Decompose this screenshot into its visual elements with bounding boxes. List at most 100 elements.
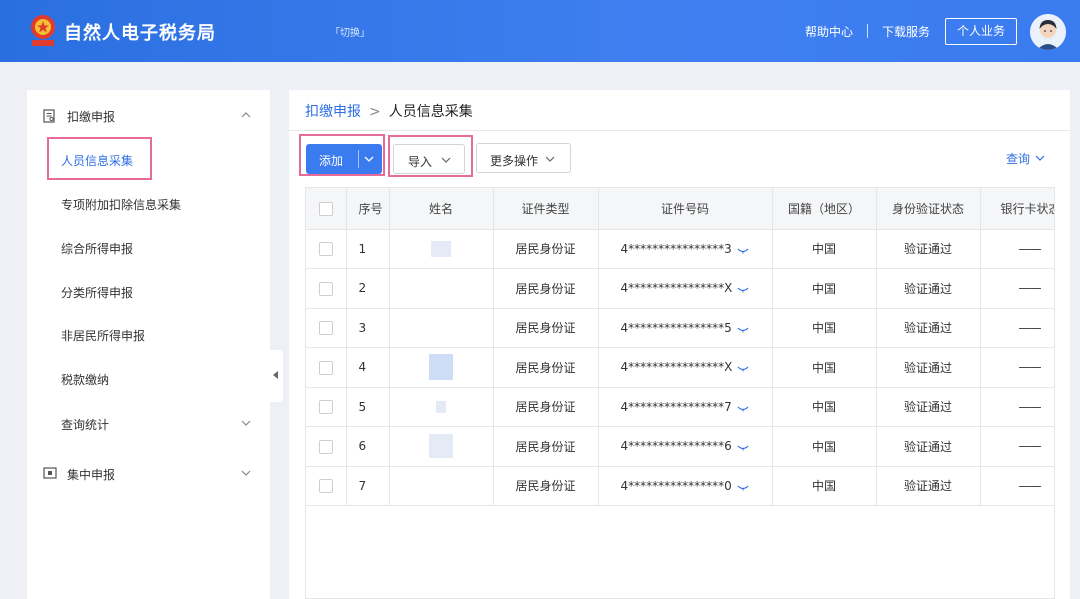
redacted-name [431, 240, 451, 257]
user-avatar[interactable] [1030, 14, 1066, 50]
eye-icon[interactable] [737, 324, 749, 334]
cell-name-redacted [389, 426, 494, 467]
breadcrumb-separator: > [369, 104, 381, 120]
table-row[interactable]: 3 居民身份证 4****************5 中国 验证通过 —— [306, 308, 1054, 348]
table-row[interactable]: 2 居民身份证 4****************X 中国 验证通过 —— [306, 268, 1054, 309]
select-all-checkbox[interactable] [318, 201, 333, 216]
col-header-verify-status: 身份验证状态 [876, 188, 981, 230]
cell-bank-status: —— [980, 466, 1054, 506]
add-button-label: 添加 [319, 154, 344, 168]
cell-verify-status: 验证通过 [876, 229, 981, 269]
sidebar-group-withholding[interactable]: 扣缴申报 [27, 100, 270, 130]
chevron-down-icon [241, 420, 251, 426]
sidebar-item-label: 查询统计 [61, 418, 110, 432]
id-number-text: 4****************6 [620, 439, 732, 453]
cell-seq: 2 [346, 268, 390, 309]
col-header-nationality: 国籍（地区） [772, 188, 877, 230]
cell-id-type: 居民身份证 [493, 268, 599, 309]
table-row[interactable]: 7 居民身份证 4****************0 中国 验证通过 —— [306, 466, 1054, 506]
id-number-text: 4****************7 [620, 399, 732, 414]
cell-nationality: 中国 [772, 268, 877, 309]
switch-link[interactable]: 「切换」 [330, 24, 370, 39]
id-number-text: 4****************X [620, 360, 733, 374]
table-header-row: 序号 姓名 证件类型 证件号码 国籍（地区） 身份验证状态 银行卡状态 [306, 188, 1054, 230]
table-row[interactable]: 4 居民身份证 4****************X 中国 验证通过 —— [306, 347, 1054, 388]
query-link[interactable]: 查询 [1006, 150, 1045, 167]
row-checkbox[interactable] [318, 400, 333, 414]
row-checkbox[interactable] [318, 360, 333, 375]
sidebar-item-label: 分类所得申报 [61, 286, 134, 300]
more-actions-button[interactable]: 更多操作 [476, 143, 571, 173]
table-row[interactable]: 5 居民身份证 4****************7 中国 验证通过 —— [306, 387, 1054, 427]
cell-bank-status: —— [980, 426, 1054, 467]
more-actions-label: 更多操作 [490, 154, 539, 168]
cell-seq: 5 [346, 387, 390, 427]
breadcrumb-current: 人员信息采集 [388, 104, 473, 120]
eye-icon[interactable] [737, 245, 749, 255]
cell-id-type: 居民身份证 [493, 229, 599, 269]
row-checkbox[interactable] [318, 281, 333, 296]
cell-bank-status: —— [980, 308, 1054, 348]
cell-seq: 1 [346, 229, 390, 269]
download-service-link[interactable]: 下载服务 [882, 23, 930, 40]
row-checkbox[interactable] [318, 439, 333, 454]
sidebar-collapse-toggle[interactable] [270, 350, 283, 402]
query-label: 查询 [1006, 152, 1031, 166]
import-button-label: 导入 [408, 155, 433, 169]
cell-id-type: 居民身份证 [493, 347, 599, 388]
cell-name-redacted [389, 347, 494, 388]
cell-seq: 3 [346, 308, 390, 348]
add-button[interactable]: 添加 [306, 144, 382, 174]
cell-verify-status: 验证通过 [876, 387, 981, 427]
import-button[interactable]: 导入 [393, 144, 465, 174]
document-icon [43, 109, 55, 123]
personal-business-button[interactable]: 个人业务 [945, 18, 1017, 45]
cell-bank-status: —— [980, 229, 1054, 269]
chevron-down-icon[interactable] [363, 153, 375, 165]
sidebar-item-query-statistics[interactable]: 查询统计 [27, 408, 270, 438]
col-header-bank-status: 银行卡状态 [980, 188, 1054, 230]
sidebar-item-classified-income[interactable]: 分类所得申报 [27, 276, 270, 306]
sidebar-item-special-deduction[interactable]: 专项附加扣除信息采集 [27, 188, 270, 218]
sidebar: 扣缴申报 人员信息采集 专项附加扣除信息采集 综合所得申报 分类所得申报 非居民… [27, 90, 270, 599]
table-row[interactable]: 1 居民身份证 4****************3 中国 验证通过 —— [306, 229, 1054, 269]
cell-name-redacted [389, 229, 494, 269]
cell-bank-status: —— [980, 387, 1054, 427]
sidebar-item-nonresident-income[interactable]: 非居民所得申报 [27, 319, 270, 349]
cell-verify-status: 验证通过 [876, 268, 981, 309]
sidebar-group-centralized[interactable]: 集中申报 [27, 458, 270, 488]
eye-icon[interactable] [737, 363, 749, 373]
breadcrumb-parent[interactable]: 扣缴申报 [305, 104, 361, 120]
eye-icon[interactable] [737, 442, 749, 452]
monitor-icon [43, 467, 57, 479]
cell-id-type: 居民身份证 [493, 426, 599, 467]
cell-seq: 6 [346, 426, 390, 467]
caret-left-icon [273, 371, 278, 379]
cell-id-number: 4****************6 [598, 426, 773, 467]
help-center-link[interactable]: 帮助中心 [805, 23, 853, 40]
sidebar-item-personnel-info[interactable]: 人员信息采集 [27, 144, 270, 174]
table-row[interactable]: 6 居民身份证 4****************6 中国 验证通过 —— [306, 426, 1054, 467]
chevron-up-icon [241, 112, 251, 118]
eye-icon[interactable] [737, 403, 749, 413]
col-header-seq: 序号 [346, 188, 390, 230]
cell-id-type: 居民身份证 [493, 466, 599, 506]
row-checkbox[interactable] [318, 479, 333, 493]
sidebar-item-comprehensive-income[interactable]: 综合所得申报 [27, 232, 270, 262]
tax-emblem-logo [31, 15, 55, 46]
chevron-down-icon [441, 157, 451, 163]
cell-nationality: 中国 [772, 308, 877, 348]
cell-bank-status: —— [980, 268, 1054, 309]
row-checkbox[interactable] [318, 242, 333, 256]
cell-id-number: 4****************5 [598, 308, 773, 348]
eye-icon[interactable] [737, 284, 749, 294]
redacted-name [436, 401, 446, 414]
sidebar-item-tax-payment[interactable]: 税款缴纳 [27, 363, 270, 393]
cell-name-redacted [389, 466, 494, 506]
eye-icon[interactable] [737, 482, 749, 492]
id-number-text: 4****************X [620, 281, 733, 295]
row-checkbox[interactable] [318, 321, 333, 335]
cell-verify-status: 验证通过 [876, 466, 981, 506]
cell-verify-status: 验证通过 [876, 426, 981, 467]
cell-id-number: 4****************3 [598, 229, 773, 269]
